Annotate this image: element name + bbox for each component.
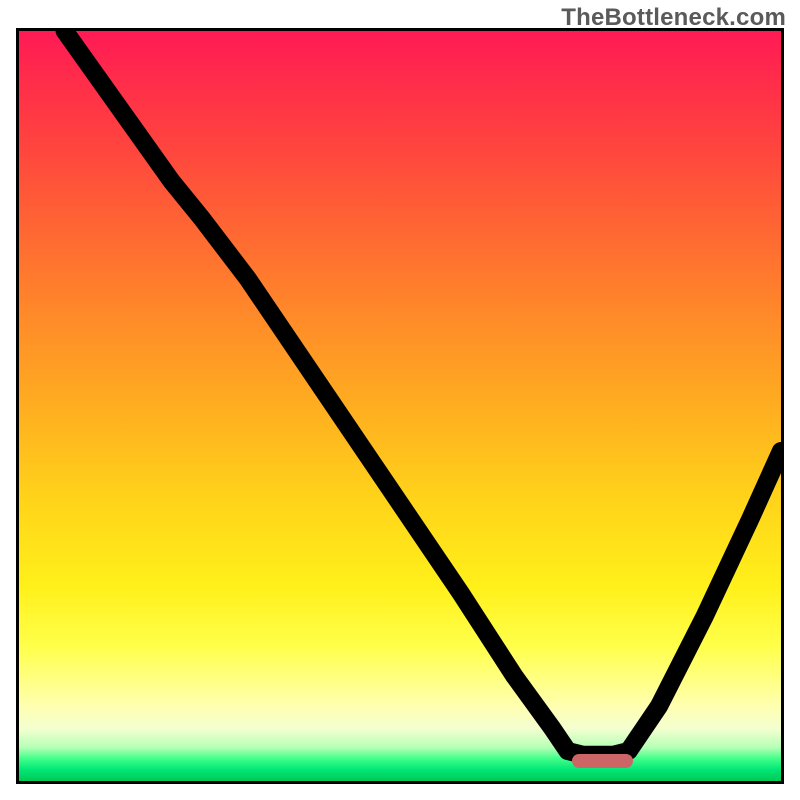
chart-stage: TheBottleneck.com [0,0,800,800]
plot-frame [16,28,784,784]
curve-svg [19,31,781,781]
trough-marker [572,754,633,768]
bottleneck-curve [65,31,781,755]
